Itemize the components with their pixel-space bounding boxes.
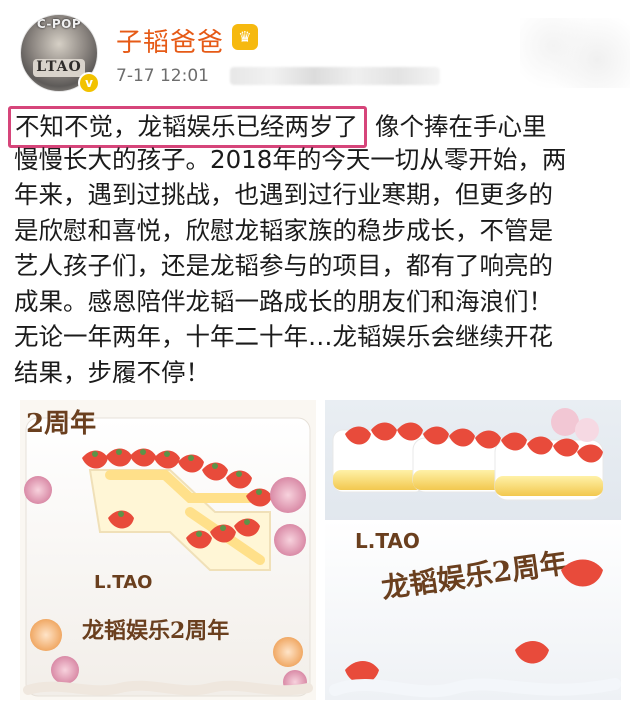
crown-badge-icon[interactable]: ♛	[232, 24, 258, 50]
cake-caption-text-1: 龙韬娱乐2周年	[82, 618, 229, 644]
post-header: C-POP LTAO v 子韬爸爸 ♛ 7-17 12:01	[0, 0, 641, 100]
verified-badge-icon: v	[78, 72, 100, 94]
post-line-1: 不知不觉，龙韬娱乐已经两岁了 像个捧在手心里	[8, 106, 634, 148]
username[interactable]: 子韬爸爸	[116, 22, 224, 58]
cake-illustration-1: 2周年 L.TAO 龙韬娱乐2周年	[20, 400, 316, 700]
avatar-logo-text: LTAO	[33, 59, 85, 77]
post-line-8: 结果，步履不停！	[14, 357, 210, 387]
cake-brand-text-1: L.TAO	[94, 572, 152, 593]
cake-brand-text-2: L.TAO	[355, 529, 420, 553]
post-body: 不知不觉，龙韬娱乐已经两岁了 像个捧在手心里 慢慢长大的孩子。2018年的今天一切…	[8, 106, 634, 390]
post-image-1[interactable]: 2周年 L.TAO 龙韬娱乐2周年	[20, 400, 316, 700]
post-line-1-rest: 像个捧在手心里	[375, 112, 547, 141]
post-line-4: 是欣慰和喜悦，欣慰龙韬家族的稳步成长，不管是	[14, 215, 553, 245]
cake-top-anniversary-text: 2周年	[26, 408, 96, 439]
header-decoration	[520, 18, 630, 88]
post-line-2: 慢慢长大的孩子。2018年的今天一切从零开始，两	[14, 144, 567, 174]
post-line-7: 无论一年两年，十年二十年…龙韬娱乐会继续开花	[14, 322, 553, 351]
post-line-3: 年来，遇到过挑战，也遇到过行业寒期，但更多的	[14, 180, 553, 209]
post-line-5: 艺人孩子们，还是龙韬参与的项目，都有了响亮的	[14, 251, 553, 280]
post-image-2[interactable]: L.TAO 龙韬娱乐2周年	[325, 400, 621, 700]
cake-illustration-2: L.TAO 龙韬娱乐2周年	[325, 400, 621, 700]
post-line-6: 成果。感恩陪伴龙韬一路成长的朋友们和海浪们！	[14, 286, 553, 316]
avatar-badge-text: C-POP	[36, 17, 82, 31]
post-timestamp: 7-17 12:01	[116, 66, 209, 86]
redacted-meta	[230, 67, 440, 85]
